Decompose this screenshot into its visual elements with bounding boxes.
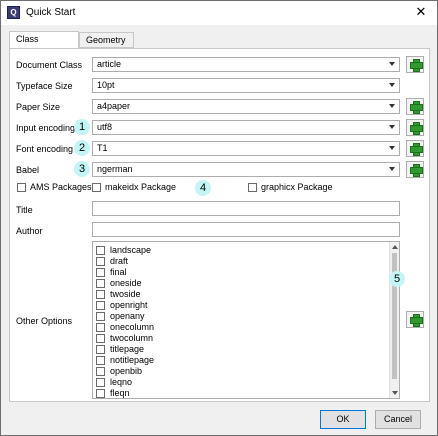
plus-icon bbox=[410, 101, 423, 114]
option-checkbox[interactable] bbox=[96, 389, 105, 398]
option-checkbox[interactable] bbox=[96, 290, 105, 299]
makeidx-package-checkbox[interactable] bbox=[92, 183, 101, 192]
chevron-down-icon bbox=[389, 62, 395, 66]
document-class-value: article bbox=[97, 59, 122, 69]
cancel-button[interactable]: Cancel bbox=[375, 410, 421, 429]
title-bar: Q Quick Start ✕ bbox=[1, 1, 437, 25]
typeface-size-value: 10pt bbox=[97, 80, 115, 90]
babel-value: ngerman bbox=[97, 164, 133, 174]
paper-size-select[interactable]: a4paper bbox=[92, 99, 400, 114]
paper-size-value: a4paper bbox=[97, 101, 131, 111]
option-checkbox[interactable] bbox=[96, 268, 105, 277]
class-options-panel: Document Class article Typeface Size 10p… bbox=[9, 48, 430, 402]
tab-geometry[interactable]: Geometry bbox=[79, 32, 134, 48]
chevron-down-icon bbox=[389, 83, 395, 87]
typeface-size-label: Typeface Size bbox=[16, 81, 73, 91]
input-encoding-label: Input encoding bbox=[16, 123, 76, 133]
other-options-label: Other Options bbox=[16, 316, 73, 326]
annotation-badge-3: 3 bbox=[74, 161, 90, 177]
annotation-badge-2: 2 bbox=[74, 140, 90, 156]
author-label: Author bbox=[16, 226, 43, 236]
graphicx-package-checkbox[interactable] bbox=[248, 183, 257, 192]
scroll-up-icon[interactable] bbox=[392, 245, 398, 249]
option-checkbox[interactable] bbox=[96, 334, 105, 343]
option-checkbox[interactable] bbox=[96, 345, 105, 354]
option-checkbox[interactable] bbox=[96, 257, 105, 266]
option-checkbox[interactable] bbox=[96, 378, 105, 387]
option-checkbox[interactable] bbox=[96, 246, 105, 255]
add-input-encoding-button[interactable] bbox=[406, 119, 424, 136]
add-paper-size-button[interactable] bbox=[406, 98, 424, 115]
tab-class-options[interactable]: Class Options bbox=[9, 31, 79, 59]
chevron-down-icon bbox=[389, 146, 395, 150]
window-title: Quick Start bbox=[26, 7, 76, 18]
plus-icon bbox=[410, 59, 423, 72]
other-options-list[interactable]: landscape draft final oneside twoside op… bbox=[92, 241, 400, 399]
font-encoding-value: T1 bbox=[97, 143, 108, 153]
quick-start-dialog: Q Quick Start ✕ Class Options Geometry D… bbox=[0, 0, 438, 436]
option-checkbox[interactable] bbox=[96, 301, 105, 310]
babel-select[interactable]: ngerman bbox=[92, 162, 400, 177]
title-label: Title bbox=[16, 205, 33, 215]
app-icon: Q bbox=[7, 6, 20, 19]
option-checkbox[interactable] bbox=[96, 367, 105, 376]
chevron-down-icon bbox=[389, 167, 395, 171]
annotation-badge-1: 1 bbox=[74, 119, 90, 135]
typeface-size-select[interactable]: 10pt bbox=[92, 78, 400, 93]
graphicx-package-label: graphicx Package bbox=[261, 182, 333, 192]
plus-icon bbox=[410, 314, 423, 327]
annotation-badge-5: 5 bbox=[389, 271, 405, 287]
option-checkbox[interactable] bbox=[96, 279, 105, 288]
option-checkbox[interactable] bbox=[96, 356, 105, 365]
annotation-badge-4: 4 bbox=[195, 180, 211, 196]
add-document-class-button[interactable] bbox=[406, 56, 424, 73]
plus-icon bbox=[410, 143, 423, 156]
ams-packages-label: AMS Packages bbox=[30, 182, 92, 192]
ok-button[interactable]: OK bbox=[320, 410, 366, 429]
title-input[interactable] bbox=[92, 201, 400, 216]
input-encoding-select[interactable]: utf8 bbox=[92, 120, 400, 135]
close-button[interactable]: ✕ bbox=[411, 3, 431, 21]
font-encoding-label: Font encoding bbox=[16, 144, 74, 154]
author-input[interactable] bbox=[92, 222, 400, 237]
makeidx-package-label: makeidx Package bbox=[105, 182, 177, 192]
scroll-down-icon[interactable] bbox=[392, 391, 398, 395]
add-babel-button[interactable] bbox=[406, 161, 424, 178]
plus-icon bbox=[410, 164, 423, 177]
option-checkbox[interactable] bbox=[96, 312, 105, 321]
add-other-options-button[interactable] bbox=[406, 311, 424, 328]
plus-icon bbox=[410, 122, 423, 135]
input-encoding-value: utf8 bbox=[97, 122, 113, 132]
ams-packages-checkbox[interactable] bbox=[17, 183, 26, 192]
document-class-label: Document Class bbox=[16, 60, 83, 70]
chevron-down-icon bbox=[389, 104, 395, 108]
option-checkbox[interactable] bbox=[96, 323, 105, 332]
options-scrollbar[interactable] bbox=[389, 242, 399, 398]
font-encoding-select[interactable]: T1 bbox=[92, 141, 400, 156]
chevron-down-icon bbox=[389, 125, 395, 129]
babel-label: Babel bbox=[16, 165, 40, 175]
document-class-select[interactable]: article bbox=[92, 57, 400, 72]
add-font-encoding-button[interactable] bbox=[406, 140, 424, 157]
paper-size-label: Paper Size bbox=[16, 102, 61, 112]
